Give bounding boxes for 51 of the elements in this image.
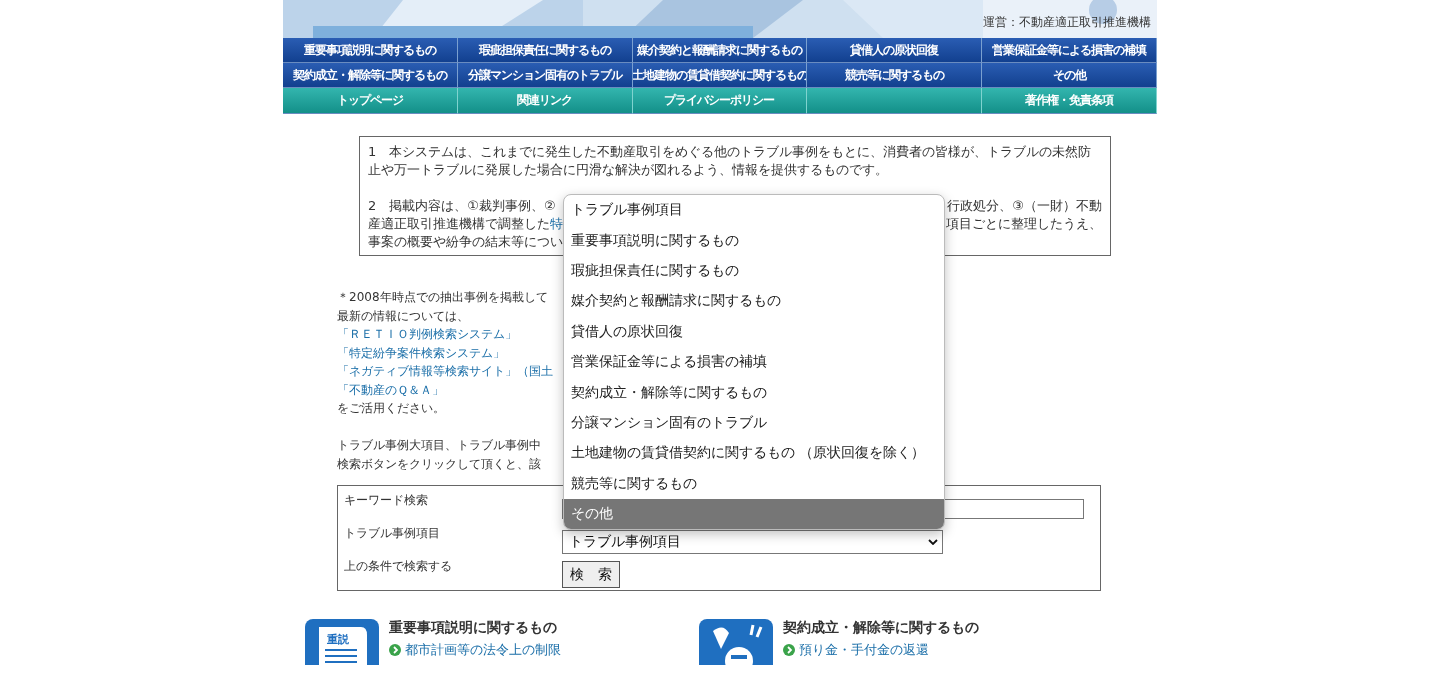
chevron-down-icon: [928, 538, 938, 545]
notice-paragraph: 1 本システムは、これまでに発生した不動産取引をめぐる他のトラブル事例をもとに、消費者の皆様が、トラブルの未然防止や万一トラブルに発展した場合に円滑な解決が図れるよう、情報を提供するものです。: [368, 143, 1093, 179]
nav-link[interactable]: 重要事項説明に関するもの: [283, 38, 458, 63]
notice-link[interactable]: 特: [550, 216, 563, 231]
notice-text: 行政処分、③（一財）不動: [947, 197, 1102, 215]
info-text: トラブル事例大項目、トラブル事例中: [337, 437, 541, 454]
operator-label: 運営：不動産適正取引推進機構: [983, 14, 1151, 31]
nav-link[interactable]: 契約成立・解除等に関するもの: [283, 63, 458, 88]
info-link[interactable]: 「ＲＥＴＩＯ判例検索システム」: [337, 325, 517, 344]
search-button[interactable]: 検 索: [562, 561, 620, 588]
dropdown-option[interactable]: 重要事項説明に関するもの: [564, 225, 944, 256]
info-link[interactable]: 「ネガティブ情報等検索サイト」（国土: [337, 362, 553, 381]
info-text: 最新の情報については、: [337, 307, 469, 325]
nav-link[interactable]: 貸借人の原状回復: [807, 38, 983, 63]
notice-text: 産適正取引推進機構で調整した: [368, 216, 550, 231]
nav-link[interactable]: 競売等に関するもの: [807, 63, 983, 88]
nav-link[interactable]: 営業保証金等による損害の補填: [982, 38, 1157, 63]
info-link[interactable]: 「不動産のＱ＆Ａ」: [337, 380, 444, 399]
dropdown-option[interactable]: トラブル事例項目: [564, 195, 944, 226]
category-link[interactable]: 預り金・手付金の返還: [783, 641, 979, 659]
notice-text: 項目ごとに整理したうえ、: [946, 215, 1102, 233]
info-link[interactable]: 「特定紛争案件検索システム」: [337, 343, 505, 362]
dropdown-option[interactable]: 営業保証金等による損害の補填: [564, 346, 944, 378]
dropdown-option[interactable]: 分譲マンション固有のトラブル: [564, 407, 944, 439]
category-select[interactable]: トラブル事例項目: [562, 529, 943, 554]
category-label: トラブル事例項目: [344, 525, 441, 542]
notice-text: 2 掲載内容は、①裁判事例、②: [368, 198, 556, 213]
info-text: ＊2008年時点での抽出事例を掲載して: [337, 289, 548, 306]
nav-link[interactable]: 媒介契約と報酬請求に関するもの: [632, 38, 808, 63]
document-icon: 重説: [305, 619, 379, 665]
category-title: 重要事項説明に関するもの: [389, 619, 558, 637]
figure-icon: [699, 619, 773, 665]
nav-link[interactable]: 分譲マンション固有のトラブル: [457, 63, 633, 88]
dropdown-option[interactable]: 競売等に関するもの: [564, 468, 944, 499]
dropdown-option[interactable]: その他: [564, 498, 944, 530]
submit-label: 上の条件で検索する: [344, 558, 453, 575]
dropdown-option[interactable]: 土地建物の賃貸借契約に関するもの （原状回復を除く）: [564, 438, 944, 469]
keyword-label: キーワード検索: [344, 492, 429, 509]
category-title: 契約成立・解除等に関するもの: [783, 619, 979, 637]
notice-text: 事案の概要や紛争の結末等につい: [368, 234, 563, 249]
dropdown-option[interactable]: 瑕疵担保責任に関するもの: [564, 255, 944, 287]
info-text: 検索ボタンをクリックして頂くと、該: [337, 455, 541, 473]
nav-link[interactable]: 瑕疵担保責任に関するもの: [457, 38, 633, 63]
arrow-bullet-icon: [389, 644, 401, 656]
nav-link[interactable]: その他: [982, 63, 1157, 88]
dropdown-option[interactable]: 契約成立・解除等に関するもの: [564, 377, 944, 408]
category-link[interactable]: 都市計画等の法令上の制限: [389, 641, 561, 659]
dropdown-option[interactable]: 貸借人の原状回復: [564, 316, 944, 347]
info-text: をご活用ください。: [337, 400, 445, 417]
dropdown-option[interactable]: 媒介契約と報酬請求に関するもの: [564, 286, 944, 317]
arrow-bullet-icon: [783, 644, 795, 656]
